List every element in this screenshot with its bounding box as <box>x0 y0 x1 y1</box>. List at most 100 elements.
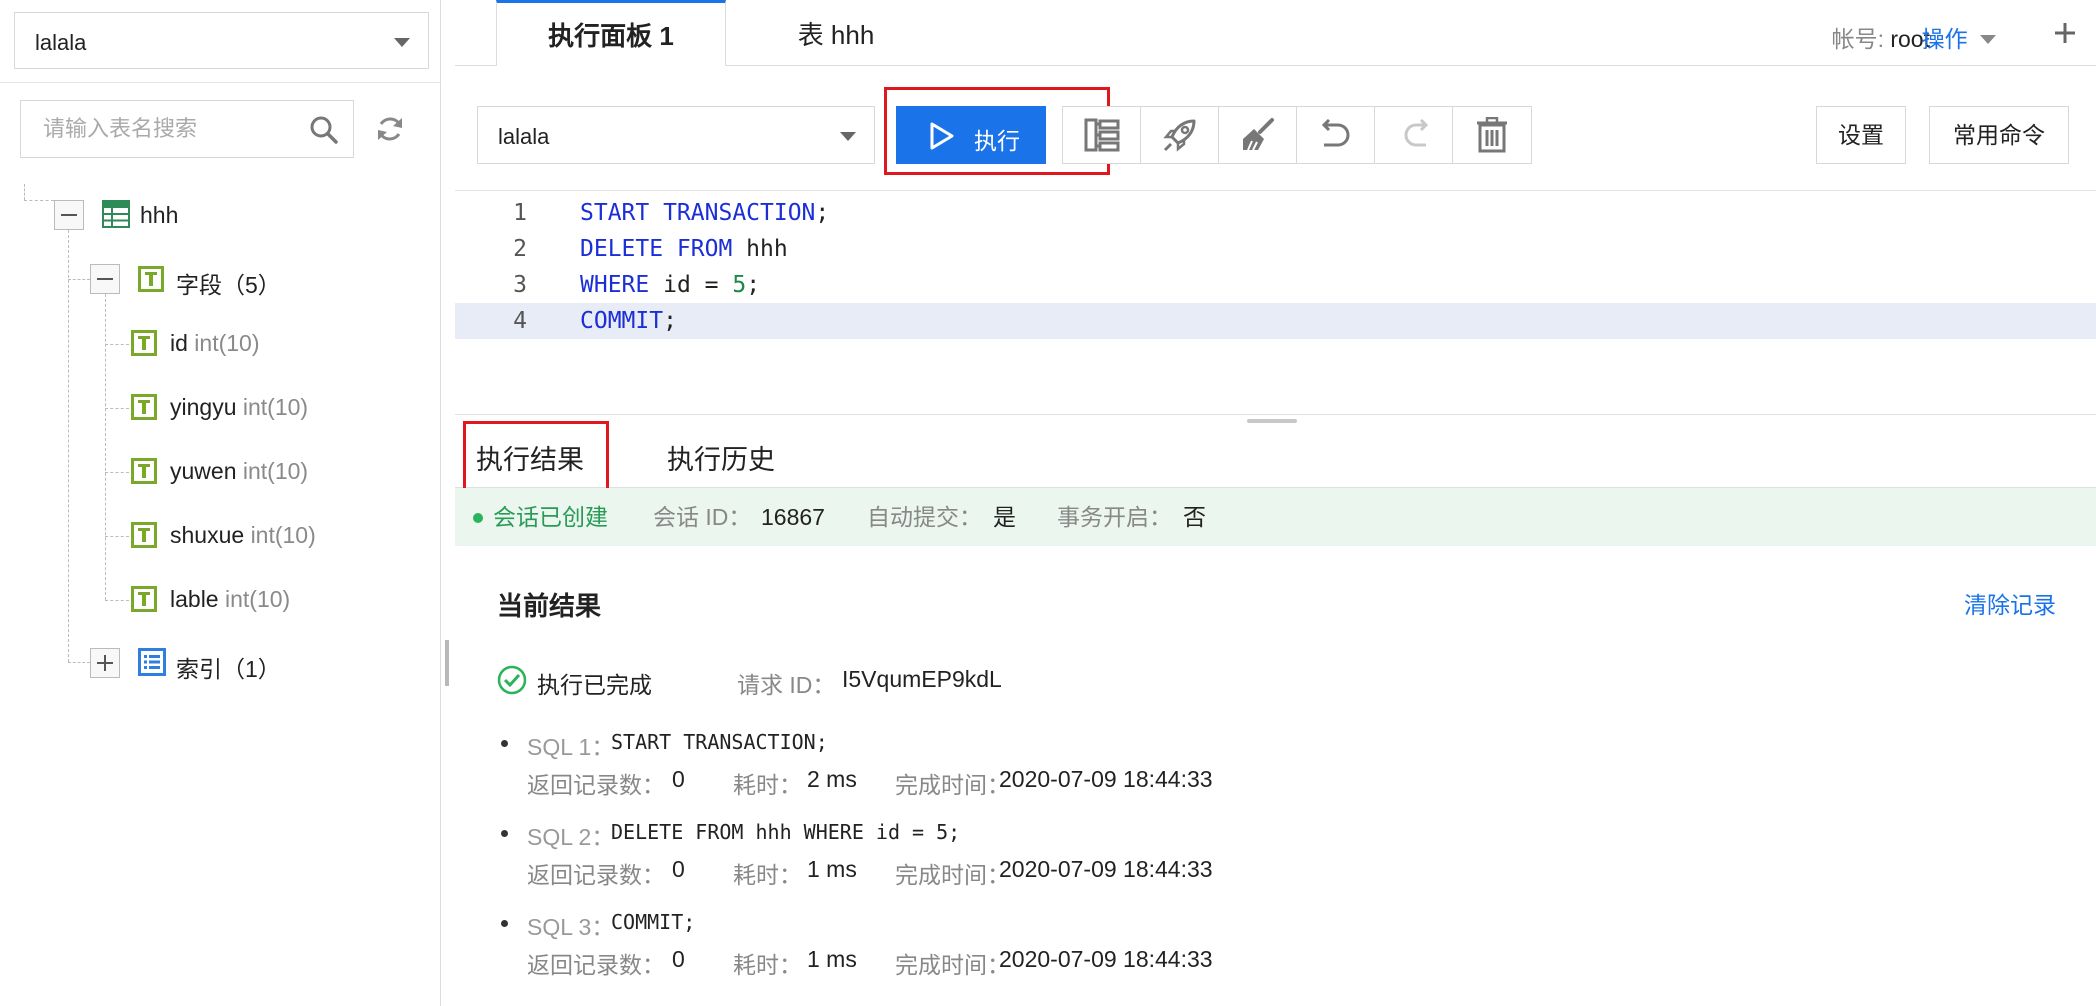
code-line: 2 DELETE FROM hhh <box>455 231 2096 267</box>
index-list-icon <box>138 648 166 676</box>
redo-button[interactable] <box>1375 107 1453 163</box>
tab-bar: 执行面板 1 表 hhh 帐号: root 操作 <box>455 0 2096 67</box>
code-line: 3 WHERE id = 5; <box>455 267 2096 303</box>
time-label: 耗时： <box>733 952 802 978</box>
result-tab-bar: 执行结果 执行历史 <box>455 421 2096 493</box>
tree-connector <box>24 200 54 201</box>
autocommit-value: 是 <box>993 504 1016 530</box>
line-number: 1 <box>513 200 527 226</box>
tab-exec-result[interactable]: 执行结果 <box>476 438 584 477</box>
tree-connector <box>68 662 90 663</box>
rows-label: 返回记录数： <box>527 952 665 978</box>
rows-value: 0 <box>672 766 685 792</box>
common-commands-button[interactable]: 常用命令 <box>1929 106 2069 164</box>
account-info: 帐号: root <box>1832 20 1930 54</box>
bullet-icon <box>501 830 508 837</box>
time-label: 耗时： <box>733 772 802 798</box>
sidebar-resize-handle[interactable] <box>445 640 449 686</box>
editor-result-divider <box>455 414 2096 415</box>
execution-done-text: 执行已完成 <box>537 672 652 698</box>
chevron-down-icon <box>840 132 856 141</box>
field-type-icon <box>131 394 157 420</box>
tree-field-item[interactable]: shuxue int(10) <box>170 522 316 549</box>
tree-field-item[interactable]: yingyu int(10) <box>170 394 308 421</box>
session-id-label: 会话 ID： <box>653 504 752 530</box>
session-id-value: 16867 <box>761 504 825 530</box>
session-status: 会话已创建 <box>493 504 608 530</box>
optimize-button[interactable] <box>1141 107 1219 163</box>
transaction-value: 否 <box>1183 504 1206 530</box>
tree-field-item[interactable]: lable int(10) <box>170 586 290 613</box>
request-id-value: I5VqumEP9kdL <box>842 666 1002 692</box>
plus-icon[interactable] <box>2050 18 2080 48</box>
divider <box>0 82 441 83</box>
undo-button[interactable] <box>1297 107 1375 163</box>
tree-field-item[interactable]: id int(10) <box>170 330 260 357</box>
sql-result-item: SQL 1： START TRANSACTION; 返回记录数： 0 耗时： 2… <box>497 728 1697 808</box>
autocommit-label: 自动提交： <box>867 504 982 530</box>
time-label: 耗时： <box>733 862 802 888</box>
transaction-label: 事务开启： <box>1057 504 1172 530</box>
redo-icon <box>1404 119 1428 147</box>
resize-grip[interactable] <box>1247 419 1297 423</box>
broom-icon <box>1242 118 1274 151</box>
tab-table-hhh[interactable]: 表 hhh <box>736 0 936 66</box>
table-search-box[interactable] <box>20 100 354 158</box>
tree-connector <box>68 230 69 662</box>
editor-tool-group <box>1062 106 1532 164</box>
code-text: COMMIT; <box>580 308 677 334</box>
line-number: 2 <box>513 236 527 262</box>
clear-records-link[interactable]: 清除记录 <box>1964 586 2056 620</box>
tree-field-item[interactable]: yuwen int(10) <box>170 458 308 485</box>
tree-connector <box>105 472 129 473</box>
sql-tag: SQL 1： <box>527 734 615 760</box>
search-icon[interactable] <box>309 115 339 145</box>
rows-value: 0 <box>672 856 685 882</box>
line-number: 3 <box>513 272 527 298</box>
format-button[interactable] <box>1219 107 1297 163</box>
structure-button[interactable] <box>1063 107 1141 163</box>
table-search-input[interactable] <box>21 101 311 157</box>
tab-exec-history[interactable]: 执行历史 <box>667 438 775 477</box>
sql-statement: START TRANSACTION; <box>611 730 828 754</box>
tree-connector <box>105 294 106 600</box>
settings-button[interactable]: 设置 <box>1816 106 1906 164</box>
bullet-icon <box>501 920 508 927</box>
sql-tag: SQL 3： <box>527 914 615 940</box>
tree-connector <box>105 536 129 537</box>
finish-value: 2020-07-09 18:44:33 <box>999 856 1213 882</box>
check-circle-icon <box>497 665 527 695</box>
connection-select-value: lalala <box>498 124 550 149</box>
clear-editor-button[interactable] <box>1453 107 1531 163</box>
code-line-current: 4 COMMIT; <box>455 303 2096 339</box>
sql-editor[interactable]: 1 START TRANSACTION; 2 DELETE FROM hhh 3… <box>455 190 2096 414</box>
trash-icon <box>1477 117 1507 153</box>
collapse-table-toggle[interactable] <box>54 200 84 230</box>
operations-menu[interactable]: 操作 <box>1922 20 1996 54</box>
collapse-fields-toggle[interactable] <box>90 264 120 294</box>
tree-table-name[interactable]: hhh <box>140 202 178 229</box>
database-select[interactable]: lalala <box>14 12 429 69</box>
table-icon <box>102 200 130 228</box>
tree-fields-group[interactable]: 字段（5） <box>176 266 281 300</box>
undo-icon <box>1321 119 1349 147</box>
tab-exec-panel-1[interactable]: 执行面板 1 <box>496 0 726 67</box>
database-select-value: lalala <box>35 30 87 55</box>
status-dot-icon <box>473 513 483 523</box>
rocket-icon <box>1162 119 1195 152</box>
tree-index-group[interactable]: 索引（1） <box>176 650 281 684</box>
tree-connector <box>68 279 90 280</box>
finish-value: 2020-07-09 18:44:33 <box>999 946 1213 972</box>
rows-label: 返回记录数： <box>527 772 665 798</box>
account-label: 帐号: <box>1831 26 1884 52</box>
sql-result-item: SQL 2： DELETE FROM hhh WHERE id = 5; 返回记… <box>497 818 1697 898</box>
field-type-icon <box>131 330 157 356</box>
connection-select[interactable]: lalala <box>477 106 875 164</box>
code-text: START TRANSACTION; <box>580 200 830 226</box>
tree-connector <box>105 600 129 601</box>
refresh-icon[interactable] <box>373 112 407 146</box>
sql-tag: SQL 2： <box>527 824 615 850</box>
run-button[interactable]: 执行 <box>896 106 1046 164</box>
expand-index-toggle[interactable] <box>90 648 120 678</box>
main-panel: 执行面板 1 表 hhh 帐号: root 操作 lalala 执行 设置 常用… <box>455 0 2096 1006</box>
